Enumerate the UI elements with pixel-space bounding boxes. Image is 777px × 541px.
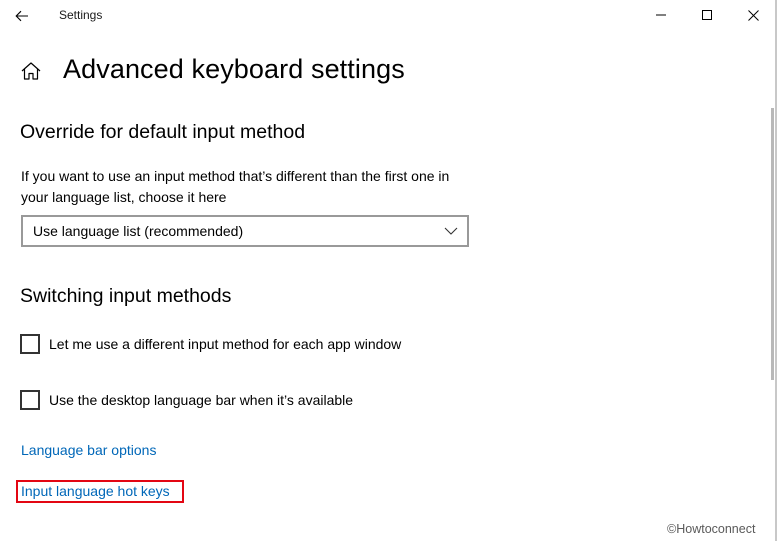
minimize-icon [656, 14, 666, 16]
app-title: Settings [59, 8, 103, 22]
override-heading: Override for default input method [20, 121, 306, 143]
close-icon [747, 9, 759, 21]
maximize-button[interactable] [684, 0, 730, 30]
watermark: ©Howtoconnect [667, 522, 756, 536]
title-bar: Settings [0, 0, 777, 32]
switching-heading: Switching input methods [20, 285, 232, 307]
scrollbar-thumb[interactable] [771, 108, 774, 380]
desktop-language-bar-option[interactable]: Use the desktop language bar when it’s a… [20, 389, 353, 411]
input-method-dropdown[interactable]: Use language list (recommended) [21, 215, 469, 247]
desktop-language-bar-checkbox[interactable] [20, 390, 40, 410]
minimize-button[interactable] [638, 0, 684, 30]
per-app-input-option[interactable]: Let me use a different input method for … [20, 333, 401, 355]
back-arrow-icon [15, 10, 28, 22]
override-description: If you want to use an input method that’… [21, 168, 450, 205]
maximize-icon [702, 10, 712, 20]
back-button[interactable] [8, 2, 36, 30]
home-icon [21, 62, 41, 80]
dropdown-selected-value: Use language list (recommended) [33, 223, 244, 239]
per-app-input-checkbox[interactable] [20, 334, 40, 354]
per-app-input-label: Let me use a different input method for … [49, 336, 402, 352]
page-title: Advanced keyboard settings [63, 54, 405, 84]
close-button[interactable] [730, 0, 776, 30]
language-bar-options-link[interactable]: Language bar options [21, 442, 156, 458]
desktop-language-bar-label: Use the desktop language bar when it’s a… [49, 392, 354, 408]
input-language-hot-keys-link[interactable]: Input language hot keys [21, 483, 170, 499]
home-button[interactable] [20, 60, 42, 82]
chevron-down-icon [444, 227, 458, 235]
